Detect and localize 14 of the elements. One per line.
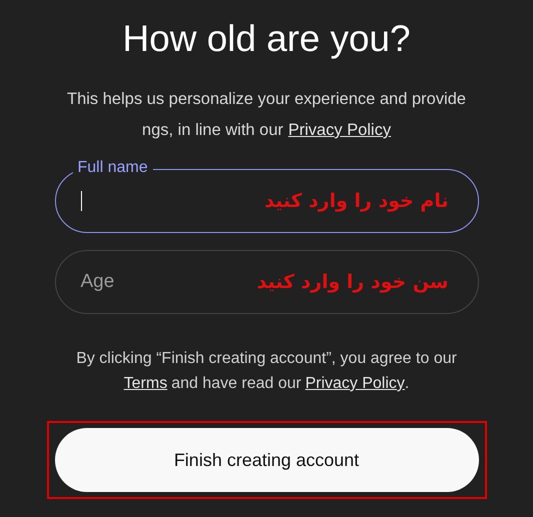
text-cursor bbox=[80, 191, 82, 211]
privacy-policy-link[interactable]: Privacy Policy bbox=[288, 115, 391, 146]
period-text: . bbox=[404, 374, 410, 394]
privacy-policy-link[interactable]: Privacy Policy bbox=[305, 371, 405, 396]
legal-text: and have read our bbox=[171, 374, 302, 394]
terms-link[interactable]: Terms bbox=[124, 371, 168, 396]
description-text: This helps us personalize your experience and provide bbox=[67, 89, 466, 110]
annotation-text: نام خود را وارد کنید bbox=[264, 190, 448, 212]
finish-button[interactable]: Finish creating account bbox=[54, 428, 478, 492]
annotation-text: سن خود را وارد کنید bbox=[256, 271, 448, 293]
legal-text: By clicking “Finish creating account”, you agree to our bbox=[76, 349, 457, 369]
field-placeholder: Age bbox=[80, 271, 114, 293]
page-title: How old are you? bbox=[122, 17, 410, 61]
description-text: ngs, in line with our bbox=[142, 120, 284, 141]
